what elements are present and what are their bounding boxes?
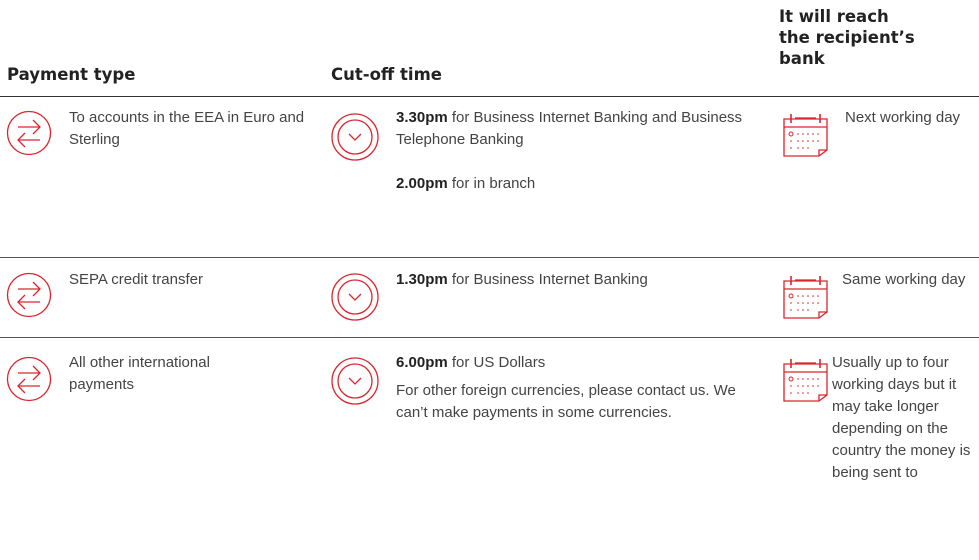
row-3-cutoff-time-1: 6.00pm xyxy=(396,354,448,371)
transfer-arrows-icon xyxy=(6,356,52,402)
row-1-cutoff-text-2: for in branch xyxy=(447,175,536,192)
row-2-divider xyxy=(0,337,979,338)
header-reach-line-1: It will reach xyxy=(779,7,889,26)
clock-icon xyxy=(330,356,380,406)
row-3-cutoff-line-2: For other foreign currencies, please con… xyxy=(396,382,736,421)
row-2-cutoff-text-1: for Business Internet Banking xyxy=(447,271,648,288)
row-2-reach: Same working day xyxy=(842,271,966,288)
row-3-payment-type: All other international payments xyxy=(69,354,210,393)
row-2-cutoff-time-1: 1.30pm xyxy=(396,271,448,288)
row-3-cutoff: 6.00pm for US Dollars For other foreign … xyxy=(396,352,766,424)
header-reach-line-3: bank xyxy=(779,49,825,68)
row-2-cutoff-line-1: 1.30pm for Business Internet Banking xyxy=(396,269,766,291)
header-cutoff-time: Cut-off time xyxy=(331,65,442,84)
row-1-cutoff-line-2: 2.00pm for in branch xyxy=(396,173,766,195)
row-1-cutoff-line-1: 3.30pm for Business Internet Banking and… xyxy=(396,107,766,151)
header-reach: It will reach the recipient’s bank xyxy=(779,6,915,69)
payment-cutoff-table: Payment type Cut-off time It will reach … xyxy=(0,0,979,560)
clock-icon xyxy=(330,272,380,322)
header-reach-line-2: the recipient’s xyxy=(779,28,915,47)
calendar-icon xyxy=(781,112,831,158)
row-2-cutoff: 1.30pm for Business Internet Banking xyxy=(396,269,766,291)
row-1-cutoff-text-1: for Business Internet Banking and Busine… xyxy=(396,109,743,148)
clock-icon xyxy=(330,112,380,162)
header-payment-type: Payment type xyxy=(7,65,136,84)
calendar-icon xyxy=(781,357,831,403)
transfer-arrows-icon xyxy=(6,272,52,318)
row-3-reach: Usually up to four working days but it m… xyxy=(832,354,971,481)
row-1-reach: Next working day xyxy=(845,109,961,126)
transfer-arrows-icon xyxy=(6,110,52,156)
header-divider xyxy=(0,96,979,97)
row-1-divider xyxy=(0,257,979,258)
row-1-cutoff-time-2: 2.00pm xyxy=(396,175,448,192)
row-3-cutoff-line-1: 6.00pm for US Dollars xyxy=(396,352,766,374)
row-1-payment-type: To accounts in the EEA in Euro and Sterl… xyxy=(69,109,305,148)
row-1-cutoff-time-1: 3.30pm xyxy=(396,109,448,126)
row-3-cutoff-text-1: for US Dollars xyxy=(447,354,546,371)
calendar-icon xyxy=(781,274,831,320)
row-2-payment-type: SEPA credit transfer xyxy=(69,271,203,288)
row-1-cutoff: 3.30pm for Business Internet Banking and… xyxy=(396,107,766,195)
